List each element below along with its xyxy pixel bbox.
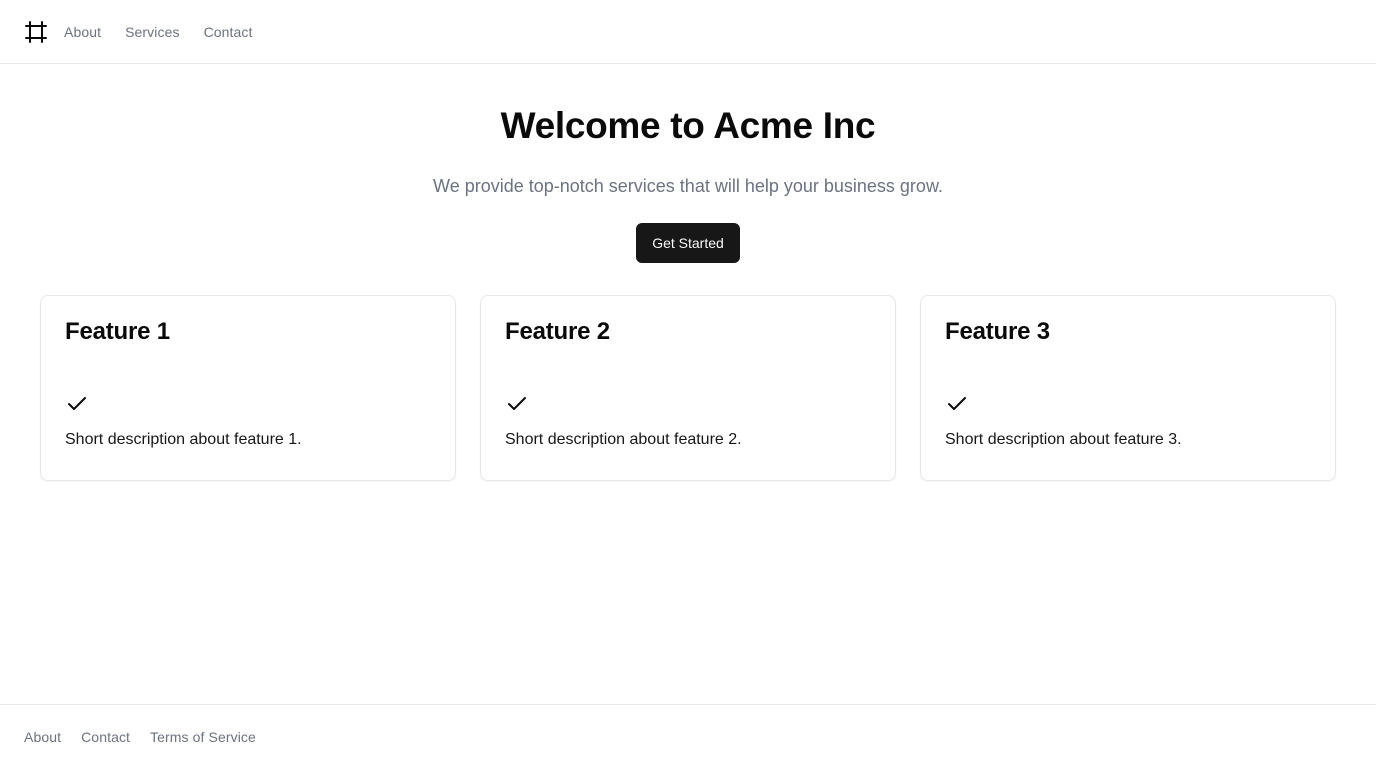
features-grid: Feature 1 Short description about featur… bbox=[0, 295, 1376, 481]
feature-description: Short description about feature 3. bbox=[945, 431, 1182, 448]
feature-card-2: Feature 2 Short description about featur… bbox=[480, 295, 896, 481]
footer-link-terms[interactable]: Terms of Service bbox=[150, 729, 256, 745]
feature-card-1: Feature 1 Short description about featur… bbox=[40, 295, 456, 481]
page: About Services Contact Welcome to Acme I… bbox=[0, 0, 1376, 768]
nav-link-about[interactable]: About bbox=[64, 24, 101, 40]
header-nav: About Services Contact bbox=[64, 24, 253, 40]
site-footer: About Contact Terms of Service bbox=[0, 704, 1376, 768]
feature-description: Short description about feature 2. bbox=[505, 431, 742, 448]
feature-title: Feature 3 bbox=[945, 318, 1050, 345]
nav-link-services[interactable]: Services bbox=[125, 24, 179, 40]
check-icon bbox=[68, 397, 86, 410]
footer-link-about[interactable]: About bbox=[24, 729, 61, 745]
feature-card-3: Feature 3 Short description about featur… bbox=[920, 295, 1336, 481]
check-icon bbox=[948, 397, 966, 410]
feature-title: Feature 2 bbox=[505, 318, 610, 345]
check-icon bbox=[508, 397, 526, 410]
hero-subtitle: We provide top-notch services that will … bbox=[433, 176, 943, 196]
hero-section: Welcome to Acme Inc We provide top-notch… bbox=[0, 64, 1376, 263]
frame-icon[interactable] bbox=[24, 20, 48, 44]
site-header: About Services Contact bbox=[0, 0, 1376, 64]
feature-title: Feature 1 bbox=[65, 318, 170, 345]
footer-link-contact[interactable]: Contact bbox=[81, 729, 130, 745]
hero-title: Welcome to Acme Inc bbox=[500, 105, 876, 146]
nav-link-contact[interactable]: Contact bbox=[204, 24, 253, 40]
get-started-button[interactable]: Get Started bbox=[636, 223, 740, 263]
feature-description: Short description about feature 1. bbox=[65, 431, 302, 448]
